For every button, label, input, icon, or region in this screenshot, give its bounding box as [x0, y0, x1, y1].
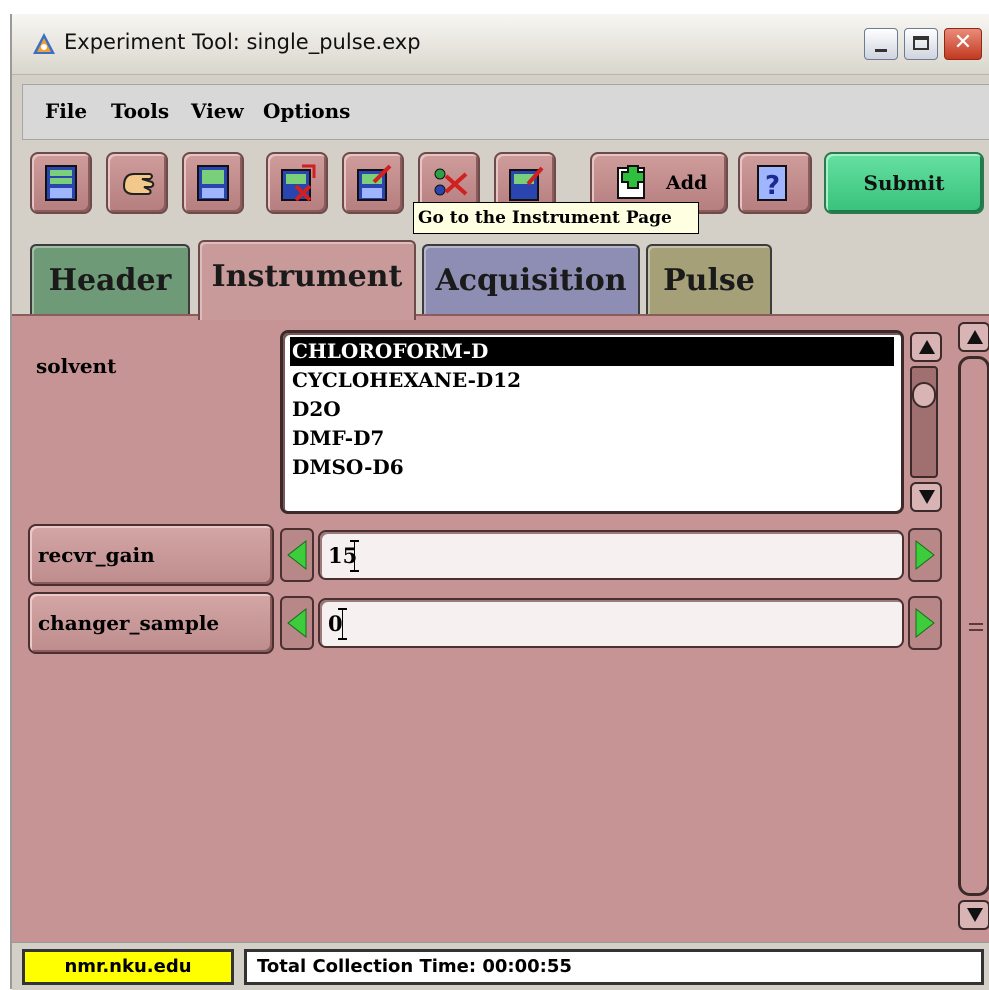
minimize-button[interactable]: [864, 28, 898, 60]
tab-acquisition[interactable]: Acquisition: [422, 244, 640, 316]
menu-tools[interactable]: Tools: [111, 99, 169, 123]
status-bar: nmr.nku.edu Total Collection Time: 00:00…: [12, 942, 989, 990]
menu-file[interactable]: File: [45, 99, 87, 123]
hand-icon: [122, 173, 155, 195]
solvent-option[interactable]: CYCLOHEXANE-D12: [290, 366, 894, 395]
changer-sample-field[interactable]: 0: [318, 598, 904, 648]
changer-sample-button[interactable]: changer_sample: [28, 592, 274, 654]
panel-scrollbar[interactable]: [958, 320, 989, 944]
triangle-down-icon: [919, 490, 935, 504]
title-bar[interactable]: Experiment Tool: single_pulse.exp ✕: [12, 14, 989, 75]
edit-icon: [357, 164, 392, 201]
tab-header[interactable]: Header: [30, 244, 190, 316]
menu-view[interactable]: View: [191, 99, 244, 123]
toolbar-button-5[interactable]: [342, 152, 404, 214]
close-icon: ✕: [953, 30, 973, 55]
window-title: Experiment Tool: single_pulse.exp: [64, 30, 421, 54]
instrument-icon: [434, 168, 468, 196]
experiment-tool-window: Experiment Tool: single_pulse.exp ✕ File…: [10, 14, 989, 990]
grip-line: [969, 629, 983, 631]
recvr-gain-value: 15: [328, 543, 358, 568]
save-icon: [197, 165, 229, 201]
toolbar-button-2[interactable]: [106, 152, 168, 214]
scroll-up-button[interactable]: [910, 332, 942, 362]
minimize-icon: [875, 49, 887, 52]
panel-scroll-down-button[interactable]: [958, 900, 989, 930]
changer-sample-increase-button[interactable]: [908, 596, 942, 650]
close-button[interactable]: ✕: [944, 28, 982, 60]
collection-time: Total Collection Time: 00:00:55: [244, 949, 984, 985]
submit-button[interactable]: Submit: [824, 152, 984, 214]
solvent-option[interactable]: D2O: [290, 395, 894, 424]
scroll-thumb[interactable]: [912, 382, 936, 408]
scroll-down-button[interactable]: [910, 482, 942, 512]
triangle-down-icon: [967, 908, 983, 922]
menu-bar: File Tools View Options: [22, 84, 989, 140]
maximize-icon: [913, 36, 929, 50]
solvent-option[interactable]: DMSO-D6: [290, 453, 894, 482]
host-badge: nmr.nku.edu: [22, 949, 234, 985]
recvr-gain-increase-button[interactable]: [908, 528, 942, 582]
delete-icon: [281, 164, 316, 202]
recvr-gain-decrease-button[interactable]: [280, 528, 314, 582]
help-icon: ?: [757, 165, 787, 201]
triangle-up-icon: [919, 340, 935, 354]
tool-icon: [509, 166, 544, 201]
panel-scroll-up-button[interactable]: [958, 322, 989, 352]
toolbar-button-1[interactable]: [30, 152, 92, 214]
tab-pulse[interactable]: Pulse: [646, 244, 772, 316]
arrow-right-icon: [915, 540, 935, 570]
toolbar-button-4[interactable]: [266, 152, 328, 214]
text-cursor-icon: [338, 608, 347, 640]
database-icon: [45, 165, 77, 201]
maximize-button[interactable]: [904, 28, 938, 60]
toolbar-button-3[interactable]: [182, 152, 244, 214]
solvent-listbox[interactable]: CHLOROFORM-D CYCLOHEXANE-D12 D2O DMF-D7 …: [280, 330, 904, 514]
triangle-up-icon: [967, 330, 983, 344]
arrow-left-icon: [287, 608, 307, 638]
svg-text:?: ?: [765, 171, 780, 201]
app-icon: [33, 33, 55, 54]
menu-options[interactable]: Options: [263, 99, 350, 123]
text-cursor-icon: [350, 540, 359, 572]
add-label: Add: [666, 172, 708, 194]
solvent-label: solvent: [36, 354, 117, 378]
recvr-gain-field[interactable]: 15: [318, 530, 904, 580]
solvent-scrollbar[interactable]: [908, 330, 944, 514]
arrow-right-icon: [915, 608, 935, 638]
solvent-option[interactable]: DMF-D7: [290, 424, 894, 453]
recvr-gain-button[interactable]: recvr_gain: [28, 524, 274, 586]
tab-instrument[interactable]: Instrument: [198, 240, 416, 320]
tooltip: Go to the Instrument Page: [413, 202, 699, 234]
scroll-track[interactable]: [910, 366, 938, 478]
arrow-left-icon: [287, 540, 307, 570]
add-icon: [617, 165, 645, 199]
solvent-option-selected[interactable]: CHLOROFORM-D: [290, 337, 894, 366]
grip-line: [969, 623, 983, 625]
help-button[interactable]: ?: [738, 152, 812, 214]
changer-sample-value: 0: [328, 611, 343, 636]
changer-sample-decrease-button[interactable]: [280, 596, 314, 650]
panel-scroll-track[interactable]: [958, 356, 989, 896]
